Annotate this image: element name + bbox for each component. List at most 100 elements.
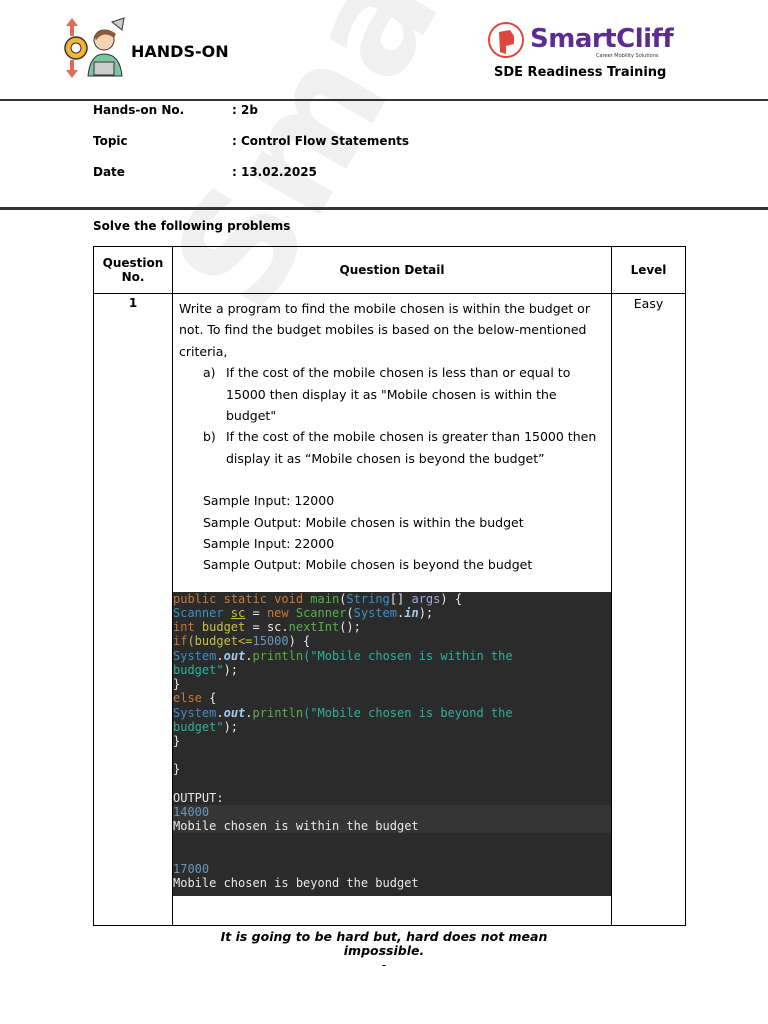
question-number: 1 <box>93 293 173 926</box>
code-token: . <box>245 648 253 663</box>
code-token: budget" <box>173 719 224 734</box>
difficulty-level: Easy <box>611 293 686 926</box>
code-line: System.out.println("Mobile chosen is wit… <box>173 649 611 663</box>
code-token: ); <box>223 662 239 677</box>
code-token: System <box>353 606 398 621</box>
criteria-text: If the cost of the mobile chosen is grea… <box>226 429 597 466</box>
code-token: ) { <box>440 591 463 606</box>
code-token: Scanner <box>173 606 231 621</box>
code-token: (); <box>339 620 361 635</box>
table-row: 1 Write a program to find the mobile cho… <box>93 293 686 926</box>
code-line: 17000 <box>173 862 611 876</box>
code-block: public static void main(String[] args) {… <box>173 591 611 897</box>
criteria-item: a) If the cost of the mobile chosen is le… <box>179 362 605 426</box>
sample-line: Sample Input: 12000 <box>203 493 335 509</box>
code-token: ("Mobile chosen is within the <box>303 648 513 663</box>
code-token: . <box>245 705 253 720</box>
code-line: else { <box>173 691 611 705</box>
code-token: (budget<= <box>187 634 253 649</box>
code-token: out <box>223 705 246 720</box>
code-token: new <box>266 606 296 621</box>
code-token: ); <box>418 606 434 621</box>
code-line: 14000 <box>173 804 611 820</box>
column-header: Question Detail <box>172 246 612 294</box>
code-token: 17000 <box>173 861 210 876</box>
code-line: budget"); <box>173 663 611 677</box>
code-token: String <box>346 591 390 606</box>
criteria-text: If the cost of the mobile chosen is less… <box>226 365 571 424</box>
code-token: . <box>216 705 224 720</box>
code-line: int budget = sc.nextInt(); <box>173 620 611 634</box>
code-token: Scanner <box>295 606 347 621</box>
code-token: if <box>173 634 188 649</box>
code-token: nextInt <box>288 620 340 635</box>
document-page: SmartCliff HANDS-ON SmartCliff Career Mo… <box>0 0 768 1024</box>
code-token: Mobile chosen is beyond the budget <box>173 875 419 890</box>
code-token: { <box>209 691 217 706</box>
footer-mark: - <box>381 957 387 972</box>
code-line: OUTPUT: <box>173 791 611 805</box>
code-line: System.out.println("Mobile chosen is bey… <box>173 706 611 720</box>
meta-label: Hands-on No. <box>93 103 185 117</box>
code-line: } <box>173 734 611 748</box>
code-token: budget <box>201 620 246 635</box>
code-line: public static void main(String[] args) { <box>173 592 611 606</box>
code-token: sc <box>230 606 246 621</box>
sample-line: Sample Input: 22000 <box>203 536 335 552</box>
code-line: Mobile chosen is beyond the budget <box>173 876 611 890</box>
code-token: Mobile chosen is within the budget <box>173 819 419 834</box>
code-token: ("Mobile chosen is beyond the <box>303 705 513 720</box>
smartcliff-logo-icon <box>488 22 524 58</box>
code-token: budget" <box>173 662 224 677</box>
code-token: . <box>216 648 224 663</box>
code-token: } <box>173 733 181 748</box>
code-token: } <box>173 677 181 692</box>
meta-value: : Control Flow Statements <box>232 134 409 148</box>
code-token: println <box>252 648 304 663</box>
column-header: Question No. <box>93 246 173 294</box>
code-token: OUTPUT: <box>173 790 224 805</box>
code-token: args <box>411 591 441 606</box>
question-intro: Write a program to find the mobile chose… <box>179 301 590 359</box>
table-header-row: Question No. Question Detail Level <box>93 246 686 294</box>
code-token: main <box>310 591 340 606</box>
code-token: } <box>173 762 181 777</box>
code-token: [] <box>389 591 412 606</box>
code-token: out <box>223 648 246 663</box>
code-token: = <box>245 606 267 621</box>
brand-tagline: Career Mobility Solutions <box>596 53 659 59</box>
code-token: else <box>173 691 210 706</box>
meta-label: Date <box>93 165 125 179</box>
brand-name: SmartCliff <box>530 24 674 54</box>
code-token: System <box>173 648 217 663</box>
hands-on-logo-icon <box>64 17 125 78</box>
sample-line: Sample Output: Mobile chosen is within t… <box>203 514 524 530</box>
code-line: Mobile chosen is within the budget <box>173 819 611 834</box>
code-line: } <box>173 677 611 691</box>
meta-label: Topic <box>93 134 128 148</box>
code-line: if(budget<=15000) { <box>173 634 611 648</box>
code-token: 14000 <box>173 804 210 819</box>
code-token: ); <box>223 719 239 734</box>
code-token: 15000 <box>252 634 289 649</box>
code-token: ( <box>346 606 354 621</box>
hands-on-title: HANDS-ON <box>131 42 229 61</box>
question-table: Question No. Question Detail Level 1 Wri… <box>93 246 686 926</box>
criteria-item: b) If the cost of the mobile chosen is gr… <box>179 426 605 469</box>
code-line: Scanner sc = new Scanner(System.in); <box>173 606 611 620</box>
code-token: in <box>404 606 419 621</box>
footer-quote: It is going to be hard but, hard does no… <box>200 930 568 972</box>
instruction: Solve the following problems <box>93 219 291 233</box>
list-marker: b) <box>203 429 216 445</box>
quote-text: It is going to be hard but, hard does no… <box>220 929 548 958</box>
divider <box>0 207 768 210</box>
column-header: Level <box>611 246 686 294</box>
code-line: budget"); <box>173 720 611 734</box>
meta-value: : 13.02.2025 <box>232 165 317 179</box>
samples: Sample Input: 12000 Sample Output: Mobil… <box>179 490 605 576</box>
sample-line: Sample Output: Mobile chosen is beyond t… <box>203 557 533 573</box>
